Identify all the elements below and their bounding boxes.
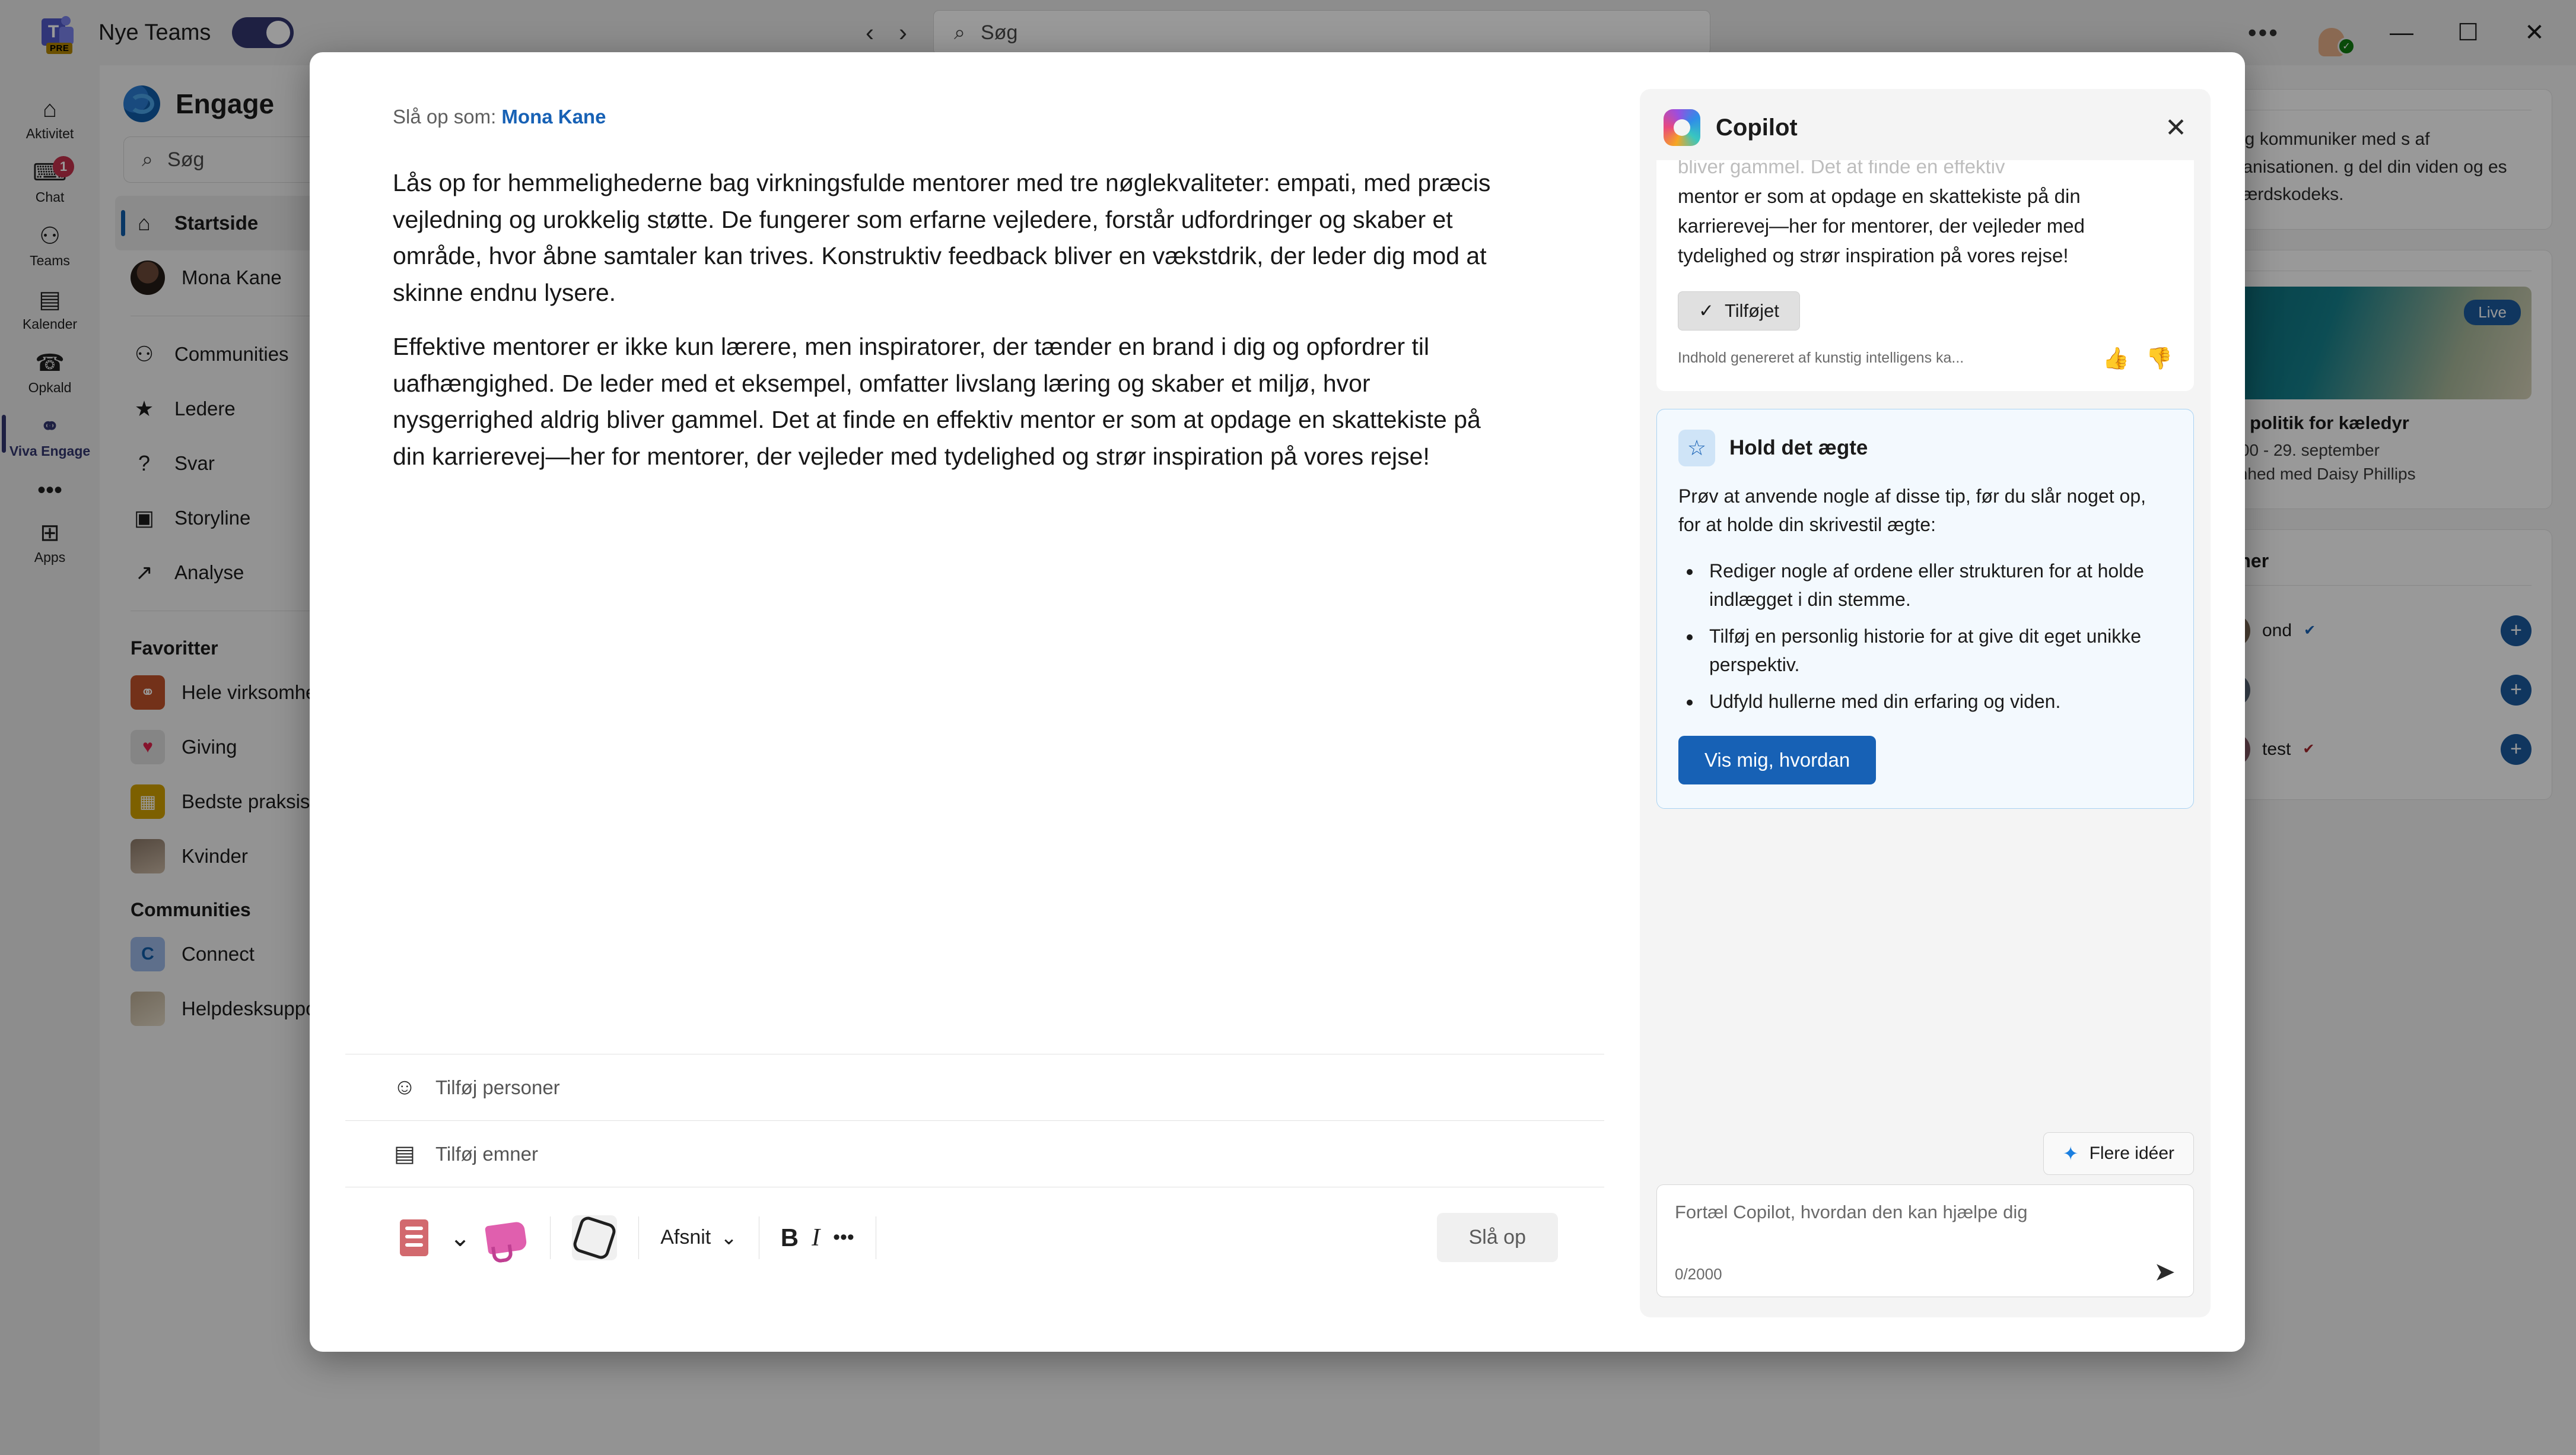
copilot-message-text: mentor er som at opdage en skattekiste p… [1678,185,2085,267]
add-person-icon: ☺ [393,1075,416,1100]
topic-icon: ▤ [394,1142,415,1167]
copilot-message-card: bliver gammel. Det at finde en effektiv … [1656,160,2194,391]
tip-header: ☆ Hold det ægte [1678,429,2172,466]
send-icon[interactable]: ➤ [2154,1257,2176,1287]
more-ideas-button[interactable]: ✦ Flere idéer [2043,1132,2194,1175]
post-paragraph-2: Effektive mentorer er ikke kun lærere, m… [393,333,1481,470]
italic-button[interactable]: I [812,1224,820,1252]
character-count: 0/2000 [1675,1265,1722,1283]
composer-toolbar: ⌄ Afsnit ⌄ B I ••• Slå op [345,1187,1604,1288]
copilot-header: Copilot ✕ [1640,89,2211,160]
ai-disclaimer: Indhold genereret af kunstig intelligens… [1678,350,1964,367]
more-formatting-icon[interactable]: ••• [833,1226,854,1249]
post-as-label: Slå op som: [393,106,497,128]
bold-button[interactable]: B [781,1224,799,1252]
thumbs-down-icon[interactable]: 👎 [2146,346,2173,371]
thumbs-up-icon[interactable]: 👍 [2103,346,2129,371]
copilot-prompt-input[interactable]: Fortæl Copilot, hvordan den kan hjælpe d… [1656,1184,2194,1297]
divider [638,1216,640,1259]
copilot-message-clipped: bliver gammel. Det at finde en effektiv [1678,160,2005,177]
tip-bullet: Tilføj en personlig historie for at give… [1702,622,2172,679]
copilot-tip-card: ☆ Hold det ægte Prøv at anvende nogle af… [1656,408,2194,809]
star-edit-icon: ☆ [1678,429,1715,466]
copilot-ideas-row: ✦ Flere idéer [1640,1122,2211,1184]
added-button[interactable]: ✓ Tilføjet [1678,291,1800,331]
post-button[interactable]: Slå op [1436,1213,1558,1262]
copilot-panel: Copilot ✕ bliver gammel. Det at finde en… [1640,89,2211,1317]
sparkle-icon: ✦ [2062,1143,2079,1164]
copilot-icon [1664,109,1700,146]
add-people-label: Tilføj personer [435,1076,560,1098]
post-as-row: Slå op som: Mona Kane [310,52,1640,128]
tip-bullet: Udfyld hullerne med din erfaring og vide… [1702,687,2172,716]
show-me-how-button[interactable]: Vis mig, hvordan [1678,735,1877,784]
tip-lead-text: Prøv at anvende nogle af disse tip, før … [1678,485,2146,535]
tip-bullet: Rediger nogle af ordene eller strukturen… [1702,557,2172,614]
post-body-text[interactable]: Lås op for hemmelighederne bag virknings… [310,128,1640,475]
loop-icon[interactable] [571,1214,618,1261]
megaphone-icon[interactable] [484,1215,529,1260]
create-post-dialog: Slå op som: Mona Kane Lås op for hemmeli… [310,52,2245,1352]
added-label: Tilføjet [1724,300,1779,321]
divider [550,1216,551,1259]
copilot-title: Copilot [1716,114,1798,141]
check-icon: ✓ [1699,300,1714,321]
copilot-message-footer: Indhold genereret af kunstig intelligens… [1678,346,2173,371]
copilot-prompt-placeholder: Fortæl Copilot, hvordan den kan hjælpe d… [1675,1202,2028,1222]
post-composer: Slå op som: Mona Kane Lås op for hemmeli… [310,52,1640,1352]
add-people-row[interactable]: ☺ Tilføj personer [345,1054,1604,1120]
tip-title: Hold det ægte [1729,436,1868,459]
paragraph-style-dropdown[interactable]: Afsnit ⌄ [660,1226,737,1250]
post-as-name[interactable]: Mona Kane [501,106,606,128]
close-icon[interactable]: ✕ [2165,113,2187,143]
chevron-down-icon[interactable]: ⌄ [450,1223,470,1252]
more-ideas-label: Flere idéer [2089,1143,2174,1163]
paragraph-style-label: Afsnit [660,1226,711,1248]
chevron-down-icon: ⌄ [720,1226,737,1249]
tip-bullet-list: Rediger nogle af ordene eller strukturen… [1702,557,2172,716]
add-topics-label: Tilføj emner [435,1142,538,1165]
add-topics-row[interactable]: ▤ Tilføj emner [345,1120,1604,1187]
post-paragraph-1: Lås op for hemmelighederne bag virknings… [393,169,1491,306]
article-icon[interactable] [392,1215,437,1260]
copilot-conversation[interactable]: bliver gammel. Det at finde en effektiv … [1640,160,2211,1122]
